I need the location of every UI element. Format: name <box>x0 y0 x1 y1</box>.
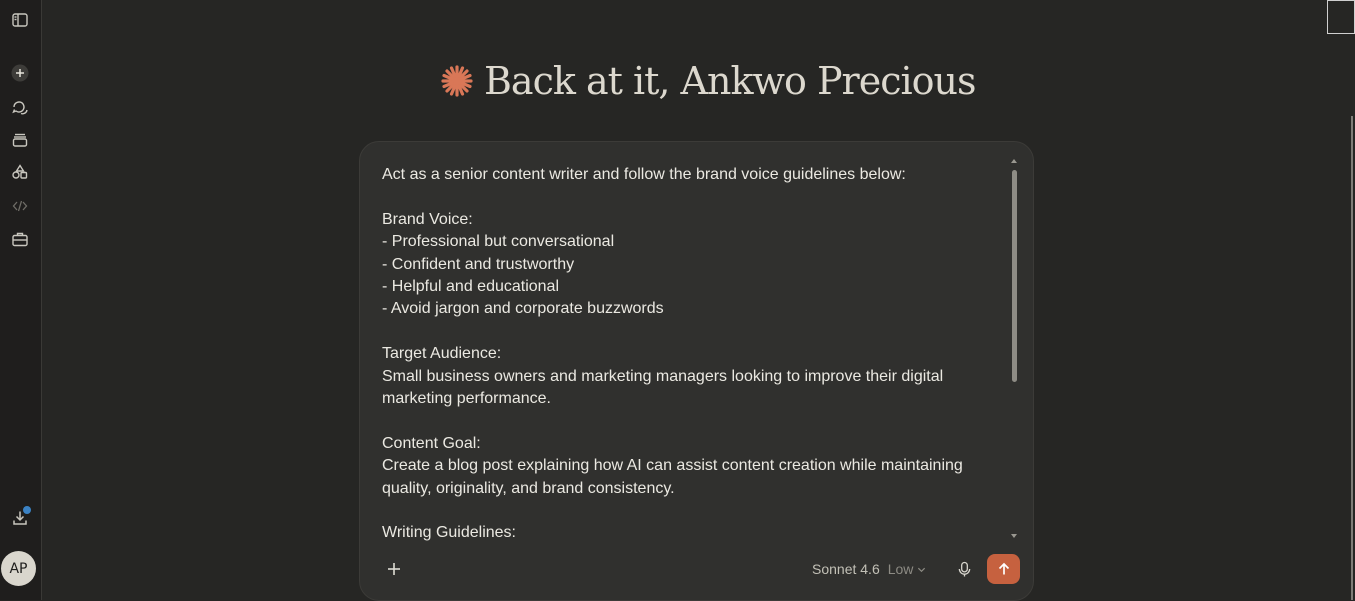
claude-spark-icon <box>441 65 473 97</box>
prompt-input[interactable]: Act as a senior content writer and follo… <box>382 164 1002 542</box>
page-scrollbar[interactable] <box>1351 116 1353 600</box>
effort-level: Low <box>887 561 914 577</box>
sidebar-toggle-icon[interactable] <box>9 9 31 31</box>
prompt-line: - Helpful and educational <box>382 278 560 296</box>
greeting-text: Back at it, Ankwo Precious <box>484 59 976 103</box>
scroll-up-arrow[interactable] <box>1011 159 1017 163</box>
composer: Act as a senior content writer and follo… <box>359 141 1034 601</box>
prompt-line: Create a blog post explaining how AI can… <box>382 457 963 475</box>
prompt-line: marketing performance. <box>382 390 551 408</box>
new-chat-icon[interactable] <box>9 62 31 84</box>
prompt-line: Writing Guidelines: <box>382 524 516 542</box>
prompt-line <box>382 410 1002 432</box>
send-button[interactable] <box>987 554 1020 584</box>
scrollbar-thumb[interactable] <box>1012 170 1017 382</box>
prompt-line: - Avoid jargon and corporate buzzwords <box>382 300 664 318</box>
prompt-line: - Professional but conversational <box>382 233 615 251</box>
prompt-line: quality, originality, and brand consiste… <box>382 479 675 497</box>
sidebar: AP <box>0 0 42 600</box>
prompt-line <box>382 500 1002 522</box>
prompt-line: Content Goal: <box>382 434 481 452</box>
prompt-line: - Confident and trustworthy <box>382 255 575 273</box>
model-name: Sonnet 4.6 <box>812 561 880 577</box>
prompt-line: Brand Voice: <box>382 210 473 228</box>
tools-icon[interactable] <box>9 228 31 250</box>
chevron-down-icon <box>918 567 926 572</box>
chats-icon[interactable] <box>9 96 31 118</box>
model-selector[interactable]: Sonnet 4.6 Low <box>812 559 926 579</box>
scroll-down-arrow[interactable] <box>1011 534 1017 538</box>
prompt-line <box>382 186 1002 208</box>
add-attachment-button[interactable] <box>382 557 406 581</box>
code-icon[interactable] <box>9 195 31 217</box>
microphone-icon <box>958 561 970 577</box>
arrow-up-icon <box>998 562 1009 575</box>
prompt-scrollbar[interactable] <box>1009 156 1019 542</box>
plus-icon <box>388 563 400 575</box>
projects-icon[interactable] <box>9 129 31 151</box>
notification-dot <box>22 505 32 515</box>
prompt-line: Target Audience: <box>382 345 502 363</box>
avatar[interactable]: AP <box>1 551 36 586</box>
prompt-line <box>382 321 1002 343</box>
prompt-line: Small business owners and marketing mana… <box>382 367 944 385</box>
voice-input-button[interactable] <box>952 556 976 582</box>
prompt-line: Act as a senior content writer and follo… <box>382 166 906 183</box>
artifacts-icon[interactable] <box>9 161 31 183</box>
window-corner-widget[interactable] <box>1327 0 1355 34</box>
greeting: Back at it, Ankwo Precious <box>440 56 976 106</box>
